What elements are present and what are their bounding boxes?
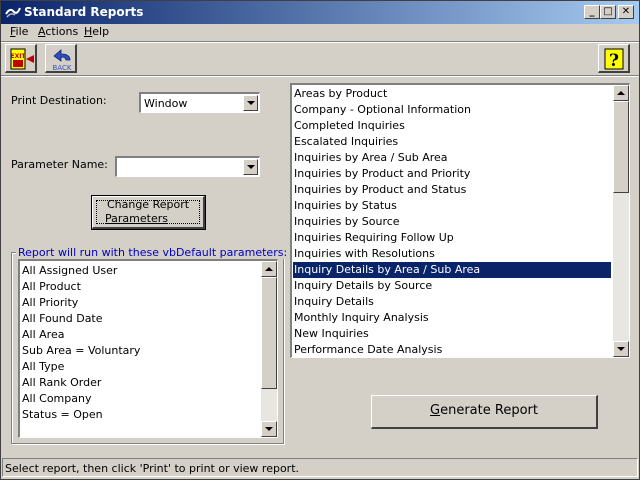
menu-bar: File Actions Help — [0, 24, 640, 41]
list-item[interactable]: Inquiries by Product and Priority — [293, 166, 611, 182]
list-item-selected[interactable]: Inquiry Details by Area / Sub Area — [293, 262, 611, 278]
list-item[interactable]: Sub Area = Voluntary — [21, 343, 140, 359]
exit-button[interactable]: EXIT — [5, 44, 37, 73]
chevron-up-icon — [617, 91, 625, 95]
list-item[interactable]: Inquiries by Source — [293, 214, 611, 230]
chevron-down-icon — [247, 101, 255, 105]
title-bar[interactable]: Standard Reports _ □ ✕ — [0, 0, 640, 24]
print-destination-value: Window — [144, 97, 188, 110]
list-item[interactable]: Inquiries with Resolutions — [293, 246, 611, 262]
help-button[interactable]: ? — [598, 44, 630, 73]
minimize-icon: _ — [589, 6, 595, 17]
chevron-up-icon — [265, 267, 273, 271]
window-title: Standard Reports — [24, 5, 144, 19]
maximize-icon: □ — [603, 6, 613, 17]
exit-icon-text: EXIT — [10, 53, 26, 60]
minimize-button[interactable]: _ — [584, 5, 600, 19]
close-icon: ✕ — [621, 6, 631, 17]
list-item[interactable]: Inquiries Requiring Follow Up — [293, 230, 611, 246]
list-item[interactable]: Monthly Inquiry Analysis — [293, 310, 611, 326]
chevron-down-icon — [247, 165, 255, 169]
parameter-name-dropdown-button[interactable] — [243, 159, 258, 175]
scroll-up-button[interactable] — [261, 261, 277, 277]
list-item[interactable]: All Found Date — [21, 311, 103, 327]
list-item[interactable]: Areas by Product — [293, 86, 611, 102]
print-destination-select[interactable]: Window — [139, 92, 260, 113]
status-bar: Select report, then click 'Print' to pri… — [2, 458, 638, 477]
parameters-group-legend: Report will run with these vbDefault par… — [16, 246, 290, 259]
list-item[interactable]: All Type — [21, 359, 64, 375]
scroll-down-button[interactable] — [613, 341, 629, 357]
list-item[interactable]: Completed Inquiries — [293, 118, 611, 134]
back-label: BACK — [53, 64, 72, 72]
reports-list[interactable]: Areas by Product Company - Optional Info… — [290, 83, 630, 358]
list-item[interactable]: Company - Optional Information — [293, 102, 611, 118]
list-item[interactable]: Escalated Inquiries — [293, 134, 611, 150]
chevron-down-icon — [265, 427, 273, 431]
app-icon — [5, 7, 21, 18]
scroll-thumb[interactable] — [613, 101, 629, 193]
list-item[interactable]: All Company — [21, 391, 91, 407]
close-button[interactable]: ✕ — [618, 5, 634, 19]
list-item[interactable]: All Assigned User — [21, 263, 117, 279]
change-button-line1: Change Report — [106, 198, 190, 211]
menu-help[interactable]: Help — [84, 25, 109, 38]
parameters-list[interactable]: All Assigned User All Product All Priori… — [18, 259, 278, 438]
scroll-thumb[interactable] — [261, 277, 277, 389]
list-item[interactable]: Inquiries by Product and Status — [293, 182, 611, 198]
list-item[interactable]: All Area — [21, 327, 64, 343]
back-arrow-icon: BACK — [53, 49, 72, 72]
list-item[interactable]: Status = Open — [21, 407, 103, 423]
back-button[interactable]: BACK — [45, 44, 77, 73]
toolbar-bottom-divider — [0, 75, 640, 77]
print-destination-label: Print Destination: — [11, 94, 107, 107]
list-item[interactable]: Inquiries by Area / Sub Area — [293, 150, 611, 166]
exit-icon: EXIT — [10, 48, 34, 70]
reports-scrollbar[interactable] — [613, 85, 629, 357]
parameters-scrollbar[interactable] — [261, 261, 277, 437]
scroll-up-button[interactable] — [613, 85, 629, 101]
toolbar-divider — [0, 41, 640, 43]
change-report-parameters-button[interactable]: Change Report Parameters — [91, 195, 206, 230]
print-destination-dropdown-button[interactable] — [243, 95, 258, 111]
list-item[interactable]: Inquiries by Status — [293, 198, 611, 214]
list-item[interactable]: Inquiry Details — [293, 294, 611, 310]
help-icon: ? — [604, 48, 624, 71]
scroll-down-button[interactable] — [261, 421, 277, 437]
list-item[interactable]: New Inquiries — [293, 326, 611, 342]
menu-file[interactable]: File — [10, 25, 28, 38]
list-item[interactable]: Performance Date Analysis — [293, 342, 611, 357]
list-item[interactable]: All Rank Order — [21, 375, 101, 391]
menu-actions[interactable]: Actions — [38, 25, 78, 38]
parameter-name-label: Parameter Name: — [11, 158, 108, 171]
list-item[interactable]: Inquiry Details by Source — [293, 278, 611, 294]
maximize-button[interactable]: □ — [600, 5, 616, 19]
list-item[interactable]: All Product — [21, 279, 81, 295]
chevron-down-icon — [617, 347, 625, 351]
help-glyph: ? — [609, 51, 619, 71]
parameter-name-select[interactable] — [115, 156, 260, 177]
status-text: Select report, then click 'Print' to pri… — [5, 462, 300, 475]
list-item[interactable]: All Priority — [21, 295, 78, 311]
generate-report-button[interactable]: Generate Report — [371, 395, 598, 429]
change-button-line2: Parameters — [105, 212, 168, 225]
